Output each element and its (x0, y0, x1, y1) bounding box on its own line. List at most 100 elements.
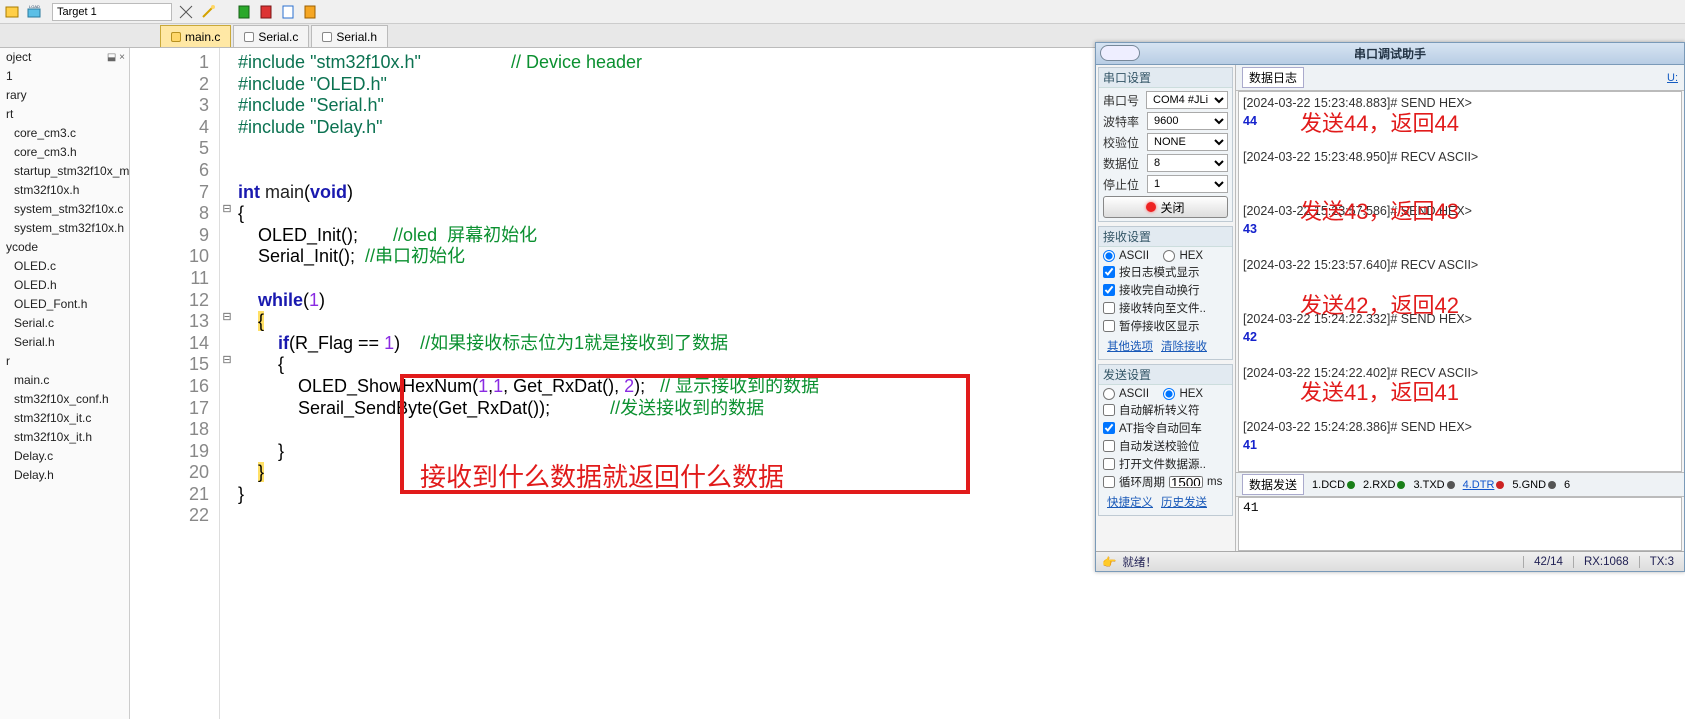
send-tab[interactable]: 数据发送 (1242, 474, 1304, 495)
baud-label: 波特率 (1103, 113, 1143, 130)
book-green-icon[interactable] (236, 4, 252, 20)
status-tx: TX:3 (1639, 556, 1684, 568)
tree-item[interactable]: stm32f10x_conf.h (0, 390, 129, 409)
tree-item[interactable]: system_stm32f10x.h (0, 219, 129, 238)
send-box[interactable]: 41 (1238, 497, 1682, 551)
tab-label: main.c (185, 30, 220, 44)
tree-item[interactable]: rt (0, 105, 129, 124)
status-pos: 42/14 (1523, 556, 1573, 568)
check-label: 接收完自动换行 (1119, 282, 1200, 298)
target-combo[interactable] (52, 3, 172, 21)
databits-label: 数据位 (1103, 155, 1143, 172)
status-bar: 👉 就绪！ 42/14 RX:1068 TX:3 (1096, 551, 1684, 571)
tree-item[interactable]: 1 (0, 67, 129, 86)
tree-item[interactable]: ycode (0, 238, 129, 257)
tree-item[interactable]: Delay.c (0, 447, 129, 466)
serial-title-bar[interactable]: 串口调试助手 (1096, 43, 1684, 65)
wand-icon[interactable] (200, 4, 216, 20)
parity-label: 校验位 (1103, 134, 1143, 151)
log-box[interactable]: [2024-03-22 15:23:48.883]# SEND HEX>44 [… (1238, 91, 1682, 472)
parity-select[interactable]: NONE (1147, 133, 1228, 151)
auto-newline-check[interactable] (1103, 284, 1115, 296)
dcd-led: 1.DCD (1312, 479, 1355, 491)
pin-icon[interactable]: ⬓ × (107, 52, 125, 63)
log-mode-check[interactable] (1103, 266, 1115, 278)
file-icon (322, 32, 332, 42)
recv-to-file-check[interactable] (1103, 302, 1115, 314)
clear-recv-link[interactable]: 清除接收 (1161, 338, 1207, 354)
check-label: 打开文件数据源.. (1119, 456, 1206, 472)
book-orange-icon[interactable] (302, 4, 318, 20)
tree-item[interactable]: stm32f10x.h (0, 181, 129, 200)
line-gutter: 12345678910111213141516171819202122 (130, 48, 220, 719)
tree-item[interactable]: Serial.c (0, 314, 129, 333)
loop-period-input[interactable] (1169, 476, 1203, 488)
u-link[interactable]: U: (1667, 72, 1678, 84)
tree-item[interactable]: OLED.h (0, 276, 129, 295)
file-icon (171, 32, 181, 42)
tree-item[interactable]: Serial.h (0, 333, 129, 352)
serial-assistant-window: 串口调试助手 串口设置 串口号COM4 #JLi 波特率9600 校验位NONE… (1095, 42, 1685, 572)
check-label: 按日志模式显示 (1119, 264, 1200, 280)
at-cr-check[interactable] (1103, 422, 1115, 434)
recv-settings-panel: 接收设置 ASCII HEX 按日志模式显示 接收完自动换行 接收转向至文件..… (1098, 226, 1233, 360)
tab-label: Serial.h (336, 30, 377, 44)
auto-chksum-check[interactable] (1103, 440, 1115, 452)
history-send-link[interactable]: 历史发送 (1161, 494, 1207, 510)
pause-recv-check[interactable] (1103, 320, 1115, 332)
options-icon[interactable] (178, 4, 194, 20)
radio-label: ASCII (1119, 388, 1149, 400)
tab-serial-h[interactable]: Serial.h (311, 25, 388, 47)
tree-item[interactable]: startup_stm32f10x_md.s (0, 162, 129, 181)
serial-title: 串口调试助手 (1354, 45, 1426, 62)
log-header: 数据日志 U: (1236, 65, 1684, 91)
book-red-icon[interactable] (258, 4, 274, 20)
port-select[interactable]: COM4 #JLi (1146, 91, 1228, 109)
tree-item[interactable]: core_cm3.c (0, 124, 129, 143)
shortcut-link[interactable]: 快捷定义 (1107, 494, 1153, 510)
tab-main-c[interactable]: main.c (160, 25, 231, 47)
databits-select[interactable]: 8 (1147, 154, 1228, 172)
loop-check[interactable] (1103, 476, 1115, 488)
check-label: 暂停接收区显示 (1119, 318, 1200, 334)
load-icon[interactable]: LOAD (26, 4, 42, 20)
stopbits-label: 停止位 (1103, 176, 1143, 193)
gnd-led: 5.GND (1512, 479, 1556, 491)
escape-check[interactable] (1103, 404, 1115, 416)
code-body[interactable]: #include "stm32f10x.h" // Device header#… (234, 48, 819, 719)
baud-select[interactable]: 9600 (1147, 112, 1228, 130)
tree-item[interactable]: stm32f10x_it.c (0, 409, 129, 428)
recv-hex-radio[interactable] (1163, 250, 1175, 262)
tree-item[interactable]: OLED_Font.h (0, 295, 129, 314)
other-options-link[interactable]: 其他选项 (1107, 338, 1153, 354)
tree-item[interactable]: system_stm32f10x.c (0, 200, 129, 219)
send-hex-radio[interactable] (1163, 388, 1175, 400)
title-dropdown-icon[interactable] (1100, 45, 1140, 61)
check-label: AT指令自动回车 (1119, 420, 1202, 436)
recv-ascii-radio[interactable] (1103, 250, 1115, 262)
tree-item[interactable]: OLED.c (0, 257, 129, 276)
fold-column[interactable]: ⊟⊟⊟ (220, 48, 234, 719)
tree-item[interactable]: core_cm3.h (0, 143, 129, 162)
send-ascii-radio[interactable] (1103, 388, 1115, 400)
main-toolbar: LOAD (0, 0, 1685, 24)
open-file-check[interactable] (1103, 458, 1115, 470)
tree-item[interactable]: stm32f10x_it.h (0, 428, 129, 447)
check-label: 接收转向至文件.. (1119, 300, 1206, 316)
tree-item[interactable]: rary (0, 86, 129, 105)
tab-serial-c[interactable]: Serial.c (233, 25, 309, 47)
tree-item[interactable]: r (0, 352, 129, 371)
project-tree[interactable]: ⬓ × oject1raryrtcore_cm3.ccore_cm3.hstar… (0, 48, 130, 719)
stopbits-select[interactable]: 1 (1147, 175, 1228, 193)
tree-item[interactable]: Delay.h (0, 466, 129, 485)
check-label: 循环周期 (1119, 474, 1165, 490)
txd-led: 3.TXD (1413, 479, 1454, 491)
hand-icon: 👉 (1102, 555, 1116, 569)
close-port-button[interactable]: 关闭 (1103, 196, 1228, 218)
book-blue-icon[interactable] (280, 4, 296, 20)
check-label: 自动发送校验位 (1119, 438, 1200, 454)
tree-item[interactable]: main.c (0, 371, 129, 390)
rxd-led: 2.RXD (1363, 479, 1405, 491)
log-tab[interactable]: 数据日志 (1242, 67, 1304, 88)
build-icon[interactable] (4, 4, 20, 20)
